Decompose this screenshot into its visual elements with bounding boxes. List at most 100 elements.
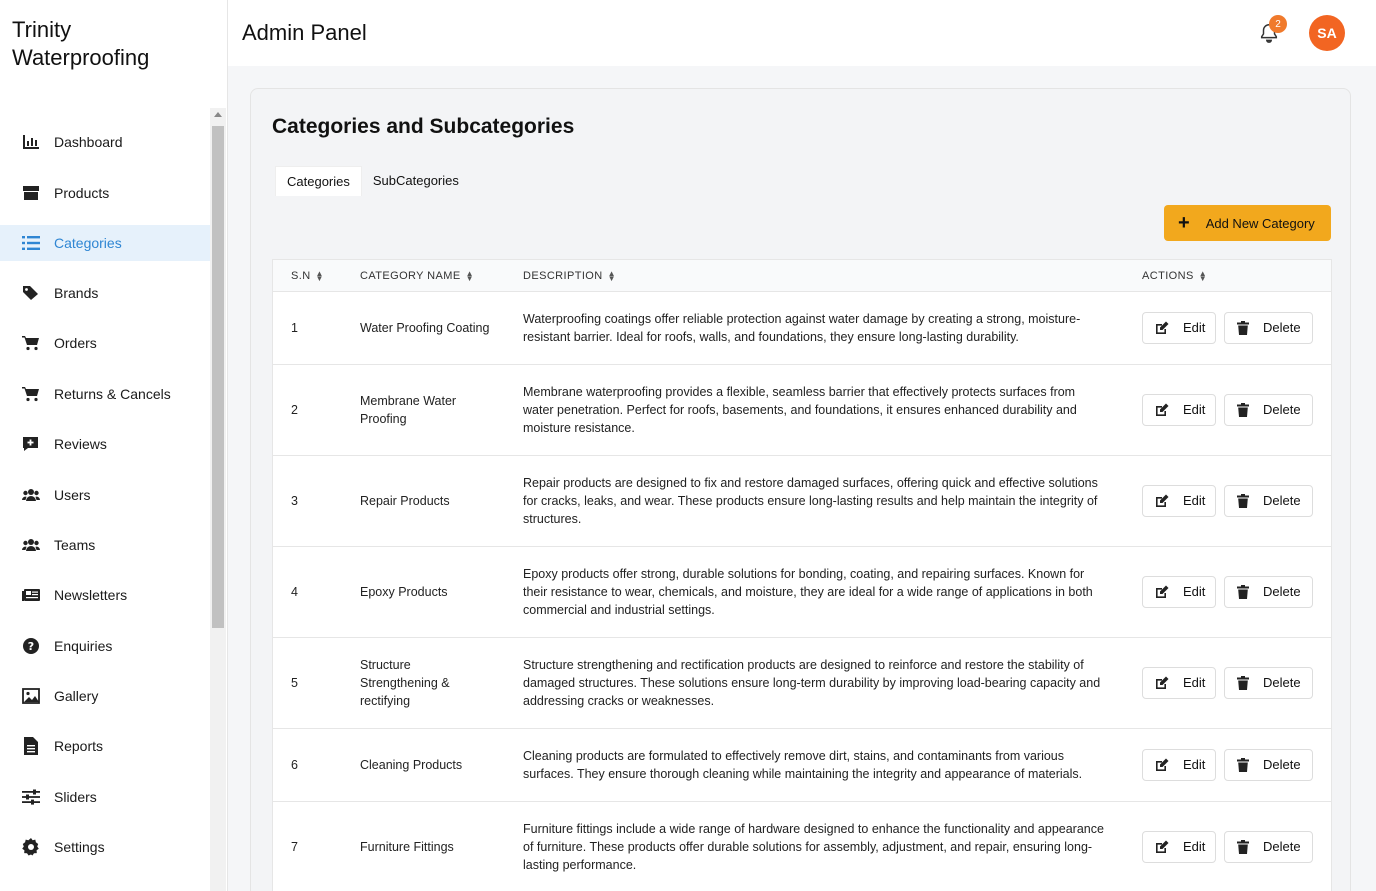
delete-button[interactable]: Delete [1224, 749, 1313, 781]
row-sn: 5 [291, 676, 298, 690]
edit-icon [1155, 494, 1183, 508]
tab-subcategories[interactable]: SubCategories [362, 166, 470, 196]
trash-icon [1237, 403, 1263, 417]
sidebar-item-label: Teams [54, 536, 96, 553]
add-new-category-button[interactable]: + Add New Category [1164, 205, 1331, 241]
sidebar-item-gallery[interactable]: Gallery [0, 671, 210, 721]
delete-button[interactable]: Delete [1224, 667, 1313, 699]
sidebar-item-newsletters[interactable]: Newsletters [0, 570, 210, 620]
sidebar-item-brands[interactable]: Brands [0, 268, 210, 318]
table-row: 3 Repair Products Repair products are desi… [273, 456, 1331, 547]
table-row: 1 Water Proofing Coating Waterproofing coa… [273, 292, 1331, 365]
edit-icon [1155, 585, 1183, 599]
sidebar-item-reviews[interactable]: Reviews [0, 419, 210, 469]
delete-label: Delete [1263, 584, 1301, 599]
row-actions: Edit Delete [1142, 485, 1313, 517]
tab-categories[interactable]: Categories [275, 166, 362, 196]
row-description: Cleaning products are formulated to effe… [523, 749, 1083, 781]
users-icon [22, 536, 40, 554]
delete-button[interactable]: Delete [1224, 576, 1313, 608]
delete-button[interactable]: Delete [1224, 485, 1313, 517]
table-row: 5 Structure Strengthening & rectifying Str… [273, 638, 1331, 729]
sidebar-item-label: Orders [54, 335, 97, 352]
sidebar-item-label: Settings [54, 839, 105, 856]
sidebar-scrollbar[interactable] [210, 108, 226, 891]
sidebar-item-products[interactable]: Products [0, 167, 210, 217]
categories-card: Categories and Subcategories Categories … [250, 88, 1351, 891]
list-icon [22, 234, 40, 252]
notification-badge[interactable]: 2 [1269, 15, 1287, 33]
column-header-sn[interactable]: S.N ▲ ▼ [291, 268, 324, 283]
column-header-category-name[interactable]: CATEGORY NAME ▲ ▼ [360, 268, 474, 283]
row-actions: Edit Delete [1142, 312, 1313, 344]
row-category-name: Water Proofing Coating [360, 321, 490, 335]
sidebar-item-dashboard[interactable]: Dashboard [0, 117, 210, 167]
table-row: 4 Epoxy Products Epoxy products offer stro… [273, 547, 1331, 638]
question-circle-icon: ? [22, 637, 40, 655]
scrollbar-thumb[interactable] [212, 126, 224, 628]
delete-label: Delete [1263, 493, 1301, 508]
trash-icon [1237, 840, 1263, 854]
sidebar-item-returns-cancels[interactable]: Returns & Cancels [0, 369, 210, 419]
scroll-up-arrow-icon[interactable] [214, 112, 222, 117]
trash-icon [1237, 758, 1263, 772]
edit-label: Edit [1183, 402, 1206, 417]
box-icon [22, 184, 40, 202]
row-category-name: Repair Products [360, 494, 450, 508]
table-row: 7 Furniture Fittings Furniture fittings in… [273, 802, 1331, 891]
row-sn: 7 [291, 840, 298, 854]
delete-button[interactable]: Delete [1224, 831, 1313, 863]
sidebar-item-teams[interactable]: Teams [0, 520, 210, 570]
sidebar: Trinity Waterproofing Dashboard Products C… [0, 0, 228, 891]
sidebar-item-label: Users [54, 486, 91, 503]
edit-button[interactable]: Edit [1142, 667, 1216, 699]
sidebar-item-label: Products [54, 184, 110, 201]
users-icon [22, 486, 40, 504]
sidebar-item-label: Reviews [54, 436, 107, 453]
edit-button[interactable]: Edit [1142, 394, 1216, 426]
table-body: 1 Water Proofing Coating Waterproofing coa… [273, 292, 1331, 891]
edit-button[interactable]: Edit [1142, 749, 1216, 781]
column-header-actions[interactable]: ACTIONS ▲ ▼ [1142, 269, 1207, 282]
brand-logo[interactable]: Trinity Waterproofing [12, 16, 149, 72]
sort-icon: ▲ ▼ [315, 268, 324, 283]
edit-icon [1155, 676, 1183, 690]
row-category-name: Membrane Water Proofing [360, 394, 457, 426]
column-header-description[interactable]: DESCRIPTION ▲ ▼ [523, 269, 616, 282]
delete-button[interactable]: Delete [1224, 312, 1313, 344]
sidebar-item-label: Gallery [54, 688, 99, 705]
edit-icon [1155, 321, 1183, 335]
sidebar-item-categories[interactable]: Categories [0, 224, 210, 261]
edit-button[interactable]: Edit [1142, 831, 1216, 863]
trash-icon [1237, 494, 1263, 508]
edit-icon [1155, 758, 1183, 772]
row-category-name: Furniture Fittings [360, 840, 454, 854]
sidebar-item-label: Sliders [54, 788, 97, 805]
row-actions: Edit Delete [1142, 667, 1313, 699]
edit-button[interactable]: Edit [1142, 485, 1216, 517]
sidebar-item-orders[interactable]: Orders [0, 318, 210, 368]
delete-button[interactable]: Delete [1224, 394, 1313, 426]
tags-icon [22, 284, 40, 302]
app-title: Admin Panel [242, 20, 367, 45]
avatar[interactable]: SA [1309, 15, 1345, 51]
row-actions: Edit Delete [1142, 576, 1313, 608]
sidebar-item-settings[interactable]: Settings [0, 822, 210, 872]
sidebar-item-users[interactable]: Users [0, 469, 210, 519]
row-sn: 6 [291, 758, 298, 772]
sidebar-item-sliders[interactable]: Sliders [0, 772, 210, 822]
image-icon [22, 687, 40, 705]
edit-label: Edit [1183, 584, 1206, 599]
edit-button[interactable]: Edit [1142, 312, 1216, 344]
edit-icon [1155, 840, 1183, 854]
sliders-icon [22, 788, 40, 806]
sidebar-item-reports[interactable]: Reports [0, 721, 210, 771]
tab-bar: Categories SubCategories [275, 166, 470, 196]
row-description: Waterproofing coatings offer reliable pr… [523, 312, 1081, 344]
sidebar-item-label: Dashboard [54, 134, 123, 151]
edit-button[interactable]: Edit [1142, 576, 1216, 608]
sidebar-item-enquiries[interactable]: ? Enquiries [0, 621, 210, 671]
sort-icon: ▲ ▼ [465, 268, 474, 283]
cart-icon [22, 385, 40, 403]
sidebar-item-label: Brands [54, 284, 99, 301]
